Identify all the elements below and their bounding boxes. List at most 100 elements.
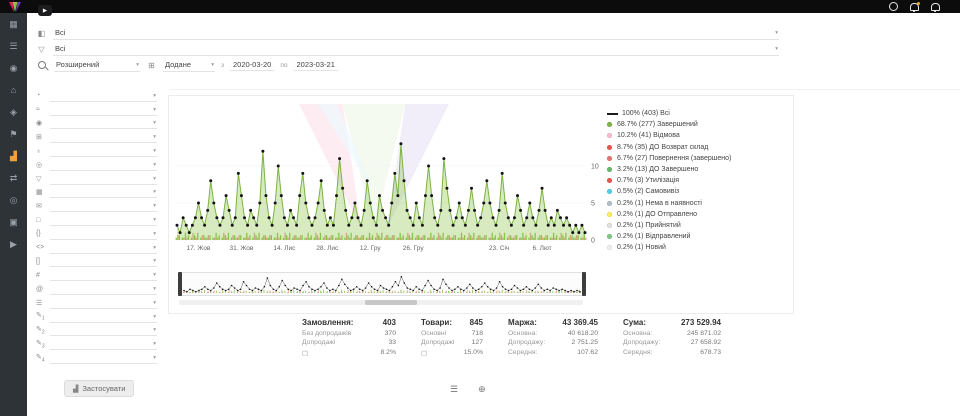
chevron-down-icon: ▾	[153, 245, 156, 251]
svg-text:5: 5	[591, 201, 595, 208]
chevron-down-icon: ▾	[775, 30, 778, 36]
legend-item[interactable]: 0.2% (1) Нема в наявності	[607, 198, 789, 209]
side-filter-select-11[interactable]: ▾	[50, 228, 157, 240]
filter-row: ◉▾	[27, 117, 169, 131]
legend-item[interactable]: 8.7% (35) ДО Возврат склад	[607, 142, 789, 153]
legend-item[interactable]: 100% (403) Всі	[607, 108, 789, 119]
side-filter-select-13[interactable]: ▾	[50, 255, 157, 267]
side-filter-select-8[interactable]: ▾	[50, 186, 157, 198]
chevron-down-icon: ▾	[153, 286, 156, 292]
chart-scrollbar[interactable]	[179, 300, 583, 305]
stats-subvalue: 245 871.02	[687, 330, 721, 337]
status-filter-icon: ▽	[36, 45, 47, 54]
chart-navigator[interactable]	[179, 272, 585, 296]
filter-row: {}▾	[27, 227, 169, 241]
export-globe-icon[interactable]: ⊕	[478, 384, 486, 395]
cart-icon: ▢	[421, 350, 427, 357]
search-date-row: Розширений ▾ ⊞ Додане ▾ з 2020-03-20 по …	[36, 58, 338, 72]
side-filter-select-9[interactable]: ▾	[50, 200, 157, 212]
profile-icon[interactable]	[889, 2, 898, 11]
legend-item[interactable]: 3.2% (13) ДО Завершено	[607, 164, 789, 175]
side-filter-select-1[interactable]: ▾	[50, 90, 157, 102]
alerts-bell-icon[interactable]	[931, 3, 940, 11]
stats-sublabel: Основні	[421, 330, 446, 337]
marketing-icon[interactable]: ⚑	[0, 123, 27, 145]
apps-icon[interactable]: ▣	[0, 211, 27, 233]
stats-subrow: Допродажу:2 751.25	[508, 339, 598, 346]
stats-sublabel: Допродажі	[302, 339, 335, 346]
legend-item[interactable]: 0.7% (3) Утилізація	[607, 175, 789, 186]
side-filter-select-4[interactable]: ▾	[50, 131, 157, 143]
stats-subrow: Допродажі127	[421, 339, 483, 346]
search-icon[interactable]	[38, 61, 46, 69]
video-icon[interactable]: ▶	[0, 233, 27, 255]
side-filter-select-2[interactable]: ▾	[50, 104, 157, 116]
legend-item[interactable]: 68.7% (277) Завершений	[607, 119, 789, 130]
date-from-input[interactable]: 2020-03-20	[230, 60, 274, 71]
date-field-select[interactable]: Додане ▾	[163, 59, 215, 72]
side-filter-select-20[interactable]: ▾	[50, 352, 157, 364]
stats-sublabel: Основна:	[508, 330, 537, 337]
status-select[interactable]: Всі ▾	[53, 43, 779, 56]
pipeline-select[interactable]: Всі ▾	[53, 27, 779, 40]
legend-dot-swatch	[607, 156, 612, 161]
video-help-icon[interactable]: ▶	[38, 5, 52, 16]
legend-item[interactable]: 0.2% (1) Відправлений	[607, 231, 789, 242]
stats-column: Маржа:43 369.45Основна:40 618.20Допродаж…	[508, 318, 598, 357]
legend-item[interactable]: 6.7% (27) Повернення (завершено)	[607, 153, 789, 164]
table-view-icon[interactable]: ☰	[450, 384, 458, 395]
chevron-down-icon: ▾	[153, 341, 156, 347]
stats-subrow: ▢15.0%	[421, 349, 483, 357]
legend-item[interactable]: 0.2% (1) Новий	[607, 242, 789, 253]
main-chart-svg[interactable]: 0510	[173, 104, 619, 254]
x-axis-tick-label: 6. Лют	[532, 245, 551, 252]
side-filter-select-10[interactable]: ▾	[50, 214, 157, 226]
side-filter-select-18[interactable]: ▾	[50, 324, 157, 336]
integrations-icon[interactable]: ⇄	[0, 167, 27, 189]
legend-item[interactable]: 0.2% (1) ДО Отправлено	[607, 209, 789, 220]
side-filter-select-16[interactable]: ▾	[50, 297, 157, 309]
edit-field-icon: ✎2	[36, 325, 50, 335]
products-icon[interactable]: ◈	[0, 101, 27, 123]
side-filter-select-5[interactable]: ▾	[50, 145, 157, 157]
chevron-down-icon: ▾	[153, 231, 156, 237]
legend-label: 0.2% (1) Новий	[617, 244, 666, 251]
side-filter-select-12[interactable]: ▾	[50, 242, 157, 254]
manager-filter-icon: ◉	[36, 119, 50, 127]
apply-filters-button[interactable]: ▟ Застосувати	[64, 380, 134, 397]
stats-value: 845	[470, 318, 483, 327]
side-filter-select-14[interactable]: ▾	[50, 269, 157, 281]
analytics-icon[interactable]: ▟	[0, 145, 27, 167]
dashboard-icon[interactable]: ▦	[0, 13, 27, 35]
scrollbar-thumb[interactable]	[365, 300, 418, 305]
target-filter-icon: ◎	[36, 161, 50, 169]
svg-text:10: 10	[591, 164, 599, 171]
app-logo-icon[interactable]	[8, 2, 22, 12]
side-filter-select-17[interactable]: ▾	[50, 311, 157, 323]
navigator-right-handle[interactable]	[582, 272, 586, 296]
stats-sublabel: Допродажі	[421, 339, 454, 346]
stats-subvalue: 370	[385, 330, 396, 337]
legend-item[interactable]: 0.5% (2) Самовивіз	[607, 186, 789, 197]
calendar-icon: ⊞	[146, 61, 157, 70]
chevron-down-icon: ▾	[153, 148, 156, 154]
legend-item[interactable]: 0.2% (1) Прийнятий	[607, 220, 789, 231]
date-to-input[interactable]: 2023-03-21	[294, 60, 338, 71]
x-axis-tick-label: 31. Жов	[229, 245, 253, 252]
side-filter-select-19[interactable]: ▾	[50, 338, 157, 350]
navigator-left-handle[interactable]	[178, 272, 182, 296]
info-icon[interactable]: ◎	[0, 189, 27, 211]
stats-sublabel: Середня:	[623, 349, 652, 356]
filter-mode-select[interactable]: Розширений ▾	[54, 59, 140, 72]
side-filter-select-15[interactable]: ▾	[50, 283, 157, 295]
side-filter-select-7[interactable]: ▾	[50, 173, 157, 185]
notifications-bell-icon[interactable]	[910, 3, 919, 11]
side-filter-select-6[interactable]: ▾	[50, 159, 157, 171]
shop-icon[interactable]: ⌂	[0, 79, 27, 101]
side-filter-select-3[interactable]: ▾	[50, 117, 157, 129]
customers-icon[interactable]: ◉	[0, 57, 27, 79]
orders-icon[interactable]: ☰	[0, 35, 27, 57]
filter-row: ✉▾	[27, 199, 169, 213]
message-filter-icon: ✉	[36, 202, 50, 210]
legend-item[interactable]: 10.2% (41) Відмова	[607, 130, 789, 141]
